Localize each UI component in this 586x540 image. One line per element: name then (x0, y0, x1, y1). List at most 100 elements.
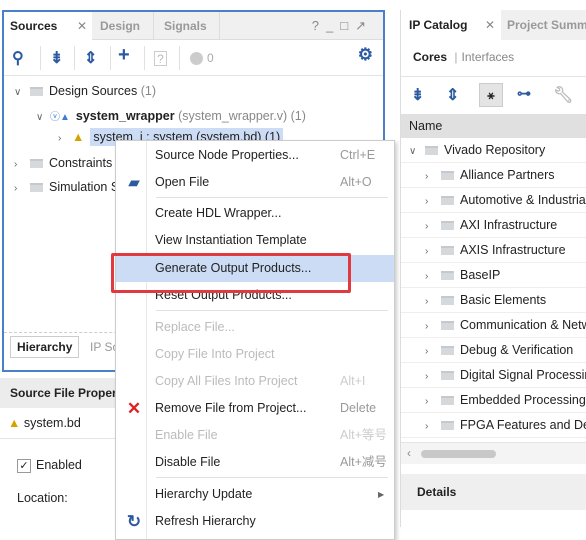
chevron-right-icon[interactable]: › (425, 314, 437, 337)
tab-sources[interactable]: Sources ✕ (4, 12, 92, 40)
chevron-down-icon[interactable]: ∨ (409, 139, 421, 162)
ip-subtabs: Cores | Interfaces (413, 50, 514, 64)
tab-signals[interactable]: Signals (156, 12, 220, 40)
menu-item-copy-file-into-project[interactable]: Copy File Into Project (116, 341, 394, 368)
ip-tab-bar: IP Catalog ✕ Project Summary (401, 10, 586, 40)
menu-item-replace-file[interactable]: Replace File... (116, 314, 394, 341)
help-icon[interactable]: ? (312, 18, 326, 33)
tree-item-constraints[interactable]: › Constraints (14, 156, 112, 170)
chevron-right-icon[interactable]: › (425, 289, 437, 312)
label: AXIS Infrastructure (460, 243, 566, 257)
subtab-interfaces[interactable]: Interfaces (461, 50, 514, 64)
ip-category-item[interactable]: › AXI Infrastructure (401, 213, 586, 238)
label: BaseIP (460, 268, 501, 282)
expand-all-icon[interactable]: ⇕ (84, 48, 97, 68)
folder-icon (441, 221, 454, 231)
tree-item-system-wrapper[interactable]: ∨ ⓥ▲ system_wrapper (system_wrapper.v) (1) (36, 108, 306, 123)
chevron-right-icon[interactable]: › (14, 159, 26, 170)
ip-category-item[interactable]: › FPGA Features and Design (401, 413, 586, 438)
folder-icon (30, 159, 43, 169)
close-icon[interactable]: ✕ (485, 10, 495, 40)
menu-item-create-hdl-wrapper[interactable]: Create HDL Wrapper... (116, 200, 394, 227)
tab-ip-catalog[interactable]: IP Catalog ✕ (401, 10, 501, 40)
filter-icon[interactable]: ⚹ (479, 83, 503, 107)
label: Constraints (49, 156, 113, 170)
label: Enabled (36, 458, 82, 472)
wrench-icon[interactable]: 🔧︎ (553, 85, 573, 105)
close-icon[interactable]: ✕ (77, 12, 87, 40)
menu-item-refresh-hierarchy[interactable]: ↻ Refresh Hierarchy (116, 508, 394, 535)
tab-project-summary[interactable]: Project Summary (507, 10, 586, 40)
folder-icon (441, 171, 454, 181)
column-header-name[interactable]: Name (401, 114, 586, 138)
label: Embedded Processing (460, 393, 586, 407)
collapse-all-icon[interactable]: ⇟ (411, 85, 424, 105)
ip-category-item[interactable]: › Debug & Verification (401, 338, 586, 363)
ip-category-item[interactable]: › Communication & Networking (401, 313, 586, 338)
count: (1) (290, 109, 306, 123)
tab-hierarchy[interactable]: Hierarchy (10, 336, 80, 358)
menu-item-open-file[interactable]: ▰ Open File Alt+O (116, 169, 394, 196)
ip-category-item[interactable]: › Alliance Partners (401, 163, 586, 188)
ip-toolbar: ⇟ ⇕ ⚹ ⊶ 🔧︎ (401, 76, 586, 114)
expand-all-icon[interactable]: ⇕ (446, 85, 459, 105)
search-icon[interactable]: ⚲ (12, 48, 24, 68)
chevron-right-icon[interactable]: › (425, 214, 437, 237)
ip-category-item[interactable]: › AXIS Infrastructure (401, 238, 586, 263)
chevron-right-icon[interactable]: › (425, 189, 437, 212)
scroll-left-icon[interactable]: ‹ (407, 446, 411, 460)
context-menu: Source Node Properties... Ctrl+E ▰ Open Fil… (115, 140, 395, 540)
ip-category-item[interactable]: › Basic Elements (401, 288, 586, 313)
tree-item-design-sources[interactable]: ∨ Design Sources (1) (14, 84, 156, 98)
menu-item-disable-file[interactable]: Disable File Alt+减号 (116, 449, 394, 476)
chevron-right-icon[interactable]: › (425, 264, 437, 287)
chevron-right-icon[interactable]: › (425, 389, 437, 412)
gear-icon[interactable]: ⚙ (358, 45, 373, 65)
maximize-icon[interactable]: □ (340, 18, 355, 33)
menu-shortcut: Alt+I (340, 374, 366, 388)
menu-item-copy-all-files-into-project[interactable]: Copy All Files Into Project Alt+I (116, 368, 394, 395)
folder-icon (30, 183, 43, 193)
menu-item-source-node-properties[interactable]: Source Node Properties... Ctrl+E (116, 142, 394, 169)
ip-category-item[interactable]: › BaseIP (401, 263, 586, 288)
ip-category-item[interactable]: › Embedded Processing (401, 388, 586, 413)
subtab-cores[interactable]: Cores (413, 50, 447, 64)
status-dot-icon (190, 52, 203, 65)
ip-tree-root[interactable]: ∨ Vivado Repository (401, 138, 586, 163)
menu-item-hierarchy-update[interactable]: Hierarchy Update ▶ (116, 481, 394, 508)
chevron-right-icon[interactable]: › (14, 183, 26, 194)
chevron-right-icon[interactable]: › (58, 133, 70, 144)
chevron-right-icon[interactable]: › (425, 414, 437, 437)
hierarchy-icon[interactable]: ⊶ (517, 85, 531, 102)
file-name: system.bd (23, 416, 81, 430)
float-icon[interactable]: ↗ (355, 18, 373, 33)
ip-catalog-panel: IP Catalog ✕ Project Summary Cores |Inter… (400, 10, 586, 527)
label: system_wrapper (75, 109, 175, 123)
collapse-all-icon[interactable]: ⇟ (50, 48, 63, 68)
check-icon[interactable]: ✓ (17, 459, 31, 473)
chevron-right-icon[interactable]: › (425, 239, 437, 262)
menu-label: Disable File (155, 455, 221, 469)
badge-count: 0 (207, 51, 214, 65)
chevron-right-icon[interactable]: › (425, 364, 437, 387)
minimize-icon[interactable]: _ (326, 18, 340, 33)
window-controls[interactable]: ?_□↗ (312, 18, 373, 34)
tab-design[interactable]: Design (94, 12, 154, 40)
add-icon[interactable]: + (118, 44, 130, 67)
menu-item-remove-file-from-project[interactable]: ✕ Remove File from Project... Delete (116, 395, 394, 422)
chevron-down-icon[interactable]: ∨ (14, 87, 26, 98)
chevron-right-icon[interactable]: › (425, 339, 437, 362)
enabled-checkbox[interactable]: ✓ Enabled (17, 458, 82, 473)
chevron-right-icon[interactable]: › (425, 164, 437, 187)
ip-category-item[interactable]: › Automotive & Industrial (401, 188, 586, 213)
ip-category-item[interactable]: › Digital Signal Processing (401, 363, 586, 388)
horizontal-scrollbar[interactable]: ‹ (401, 442, 586, 464)
menu-item-view-instantiation-template[interactable]: View Instantiation Template (116, 227, 394, 254)
remove-icon: ✕ (126, 399, 142, 418)
unknown-file-icon[interactable]: ? (154, 51, 167, 66)
label: Digital Signal Processing (460, 368, 586, 382)
scroll-thumb[interactable] (421, 450, 496, 458)
menu-item-enable-file[interactable]: Enable File Alt+等号 (116, 422, 394, 449)
menu-separator (156, 477, 388, 478)
chevron-down-icon[interactable]: ∨ (36, 112, 48, 123)
